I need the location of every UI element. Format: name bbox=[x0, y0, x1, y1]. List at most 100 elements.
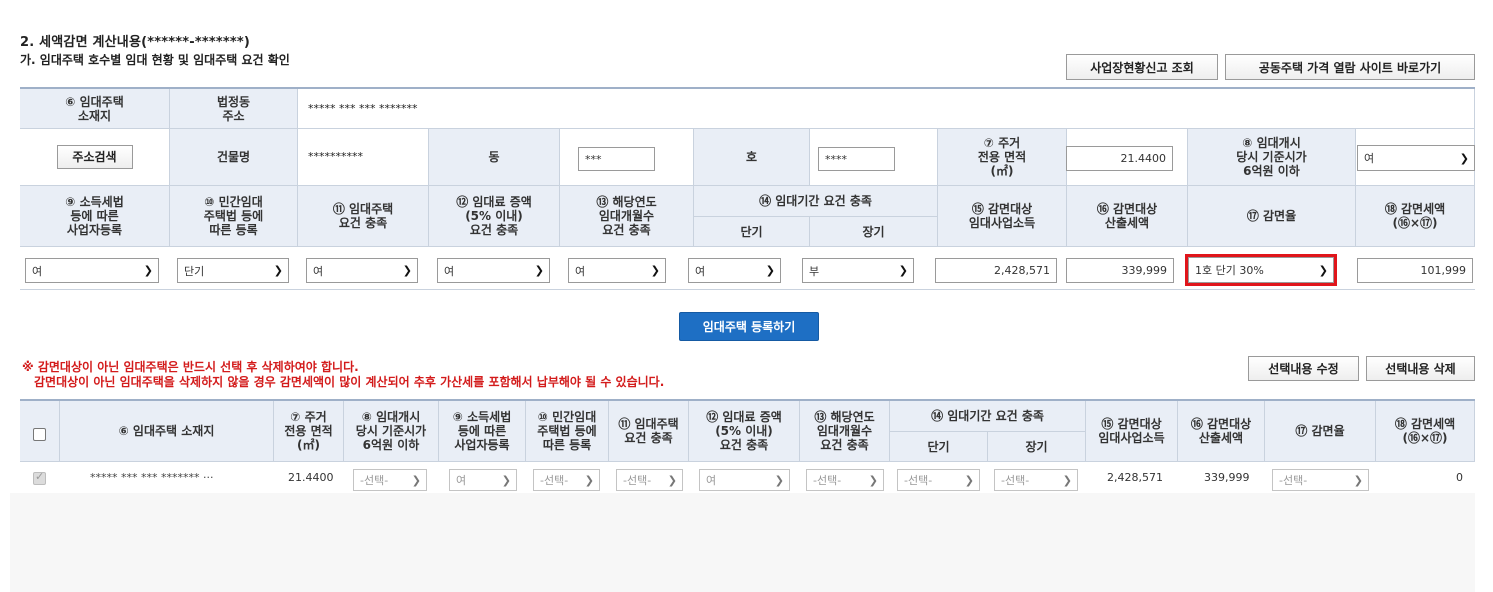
row-h14-short-select[interactable]: -선택- ❯ bbox=[897, 469, 980, 491]
business-report-button[interactable]: 사업장현황신고 조회 bbox=[1066, 54, 1218, 80]
area-header: ⑦ 주거 전용 면적 (㎡) bbox=[938, 129, 1067, 186]
warning-line-1: ※ 감면대상이 아닌 임대주택은 반드시 선택 후 삭제하여야 합니다. bbox=[22, 360, 359, 374]
row-checkbox[interactable] bbox=[33, 470, 46, 485]
h11-header: ⑪ 임대주택 요건 충족 bbox=[298, 186, 429, 247]
row-h12-select[interactable]: 여 ❯ bbox=[699, 469, 790, 491]
price-select-value: 여 bbox=[1364, 152, 1375, 165]
h16-header: ⑯ 감면대상 산출세액 bbox=[1067, 186, 1188, 247]
warning-line-2: 감면대상이 아닌 임대주택을 삭제하지 않을 경우 감면세액이 많이 계산되어 … bbox=[34, 375, 665, 389]
area-input[interactable]: 21.4400 bbox=[1066, 146, 1173, 171]
v14-short-value: 여 bbox=[695, 264, 706, 278]
v10-value: 단기 bbox=[184, 264, 205, 278]
list-h17-header: ⑰ 감면율 bbox=[1265, 401, 1376, 462]
row-h10-value: -선택- bbox=[540, 474, 569, 487]
v10-select[interactable]: 단기 ❯ bbox=[177, 258, 289, 283]
chevron-down-icon: ❯ bbox=[774, 473, 784, 487]
v13-select[interactable]: 여 ❯ bbox=[568, 258, 666, 283]
list-h16-header: ⑯ 감면대상 산출세액 bbox=[1178, 401, 1265, 462]
list-h14-short-header: 단기 bbox=[890, 432, 988, 462]
chevron-down-icon: ❯ bbox=[650, 264, 660, 277]
h12-header: ⑫ 임대료 증액 (5% 이내) 요건 충족 bbox=[429, 186, 560, 247]
list-h12-header: ⑫ 임대료 증액 (5% 이내) 요건 충족 bbox=[689, 401, 800, 462]
row-price-select[interactable]: -선택- ❯ bbox=[353, 469, 427, 491]
v9-value: 여 bbox=[32, 264, 43, 278]
v14-long-value: 부 bbox=[809, 264, 820, 278]
chevron-down-icon: ❯ bbox=[868, 473, 878, 487]
price-site-button[interactable]: 공동주택 가격 열람 사이트 바로가기 bbox=[1225, 54, 1475, 80]
list-h11-header: ⑪ 임대주택 요건 충족 bbox=[609, 401, 689, 462]
address-search-cell: 주소검색 bbox=[20, 129, 170, 186]
legal-address-value: ***** *** *** ******* bbox=[298, 89, 1475, 129]
row-h11-value: -선택- bbox=[623, 474, 652, 487]
row-h18: 0 bbox=[1456, 471, 1463, 484]
chevron-down-icon: ❯ bbox=[273, 264, 283, 277]
legal-address-header: 법정동 주소 bbox=[170, 89, 298, 129]
dong-input[interactable]: *** bbox=[578, 147, 655, 171]
price-select[interactable]: 여 ❯ bbox=[1357, 145, 1475, 171]
v11-select[interactable]: 여 ❯ bbox=[306, 258, 418, 283]
list-h13-header: ⑬ 해당연도 임대개월수 요건 충족 bbox=[800, 401, 890, 462]
section-title: 2. 세액감면 계산내용(******-*******) bbox=[20, 35, 250, 50]
v16-input[interactable]: 339,999 bbox=[1066, 258, 1174, 283]
chevron-down-icon: ❯ bbox=[402, 264, 412, 277]
list-price-header: ⑧ 임대개시 당시 기준시가 6억원 이하 bbox=[344, 401, 439, 462]
chevron-down-icon: ❯ bbox=[1318, 263, 1328, 277]
row-h13-select[interactable]: -선택- ❯ bbox=[806, 469, 884, 491]
delete-selected-button[interactable]: 선택내용 삭제 bbox=[1366, 356, 1475, 381]
v14-short-select[interactable]: 여 ❯ bbox=[688, 258, 781, 283]
v11-value: 여 bbox=[313, 264, 324, 278]
h14-header: ⑭ 임대기간 요건 충족 bbox=[694, 186, 938, 217]
bottom-background bbox=[10, 493, 1475, 592]
chevron-down-icon: ❯ bbox=[898, 264, 908, 277]
v14-long-select[interactable]: 부 ❯ bbox=[802, 258, 914, 283]
chevron-down-icon: ❯ bbox=[534, 264, 544, 277]
v17-value: 1호 단기 30% bbox=[1195, 264, 1264, 277]
row-h11-select[interactable]: -선택- ❯ bbox=[616, 469, 683, 491]
register-button[interactable]: 임대주택 등록하기 bbox=[679, 312, 819, 341]
address-search-button[interactable]: 주소검색 bbox=[56, 145, 133, 169]
list-h9-header: ⑨ 소득세법 등에 따른 사업자등록 bbox=[439, 401, 526, 462]
edit-selected-button[interactable]: 선택내용 수정 bbox=[1248, 356, 1359, 381]
row-location: ***** *** *** ******* ··· bbox=[90, 471, 214, 484]
row-h14-short-value: -선택- bbox=[904, 474, 933, 487]
building-header: 건물명 bbox=[170, 129, 298, 186]
ho-input[interactable]: **** bbox=[818, 147, 895, 171]
section-subtitle: 가. 임대주택 호수별 임대 현황 및 임대주택 요건 확인 bbox=[20, 53, 290, 67]
v13-value: 여 bbox=[575, 264, 586, 278]
row-h9-value: 여 bbox=[456, 474, 467, 487]
row-h17-value: -선택- bbox=[1279, 474, 1308, 487]
v15-input[interactable]: 2,428,571 bbox=[935, 258, 1057, 283]
v12-value: 여 bbox=[444, 264, 455, 278]
row-h17-select[interactable]: -선택- ❯ bbox=[1272, 469, 1369, 491]
list-h14-long-header: 장기 bbox=[988, 432, 1086, 462]
h18-header: ⑱ 감면세액 (⑯×⑰) bbox=[1356, 186, 1475, 247]
v12-select[interactable]: 여 ❯ bbox=[437, 258, 550, 283]
chevron-down-icon: ❯ bbox=[143, 264, 153, 277]
row-h9-select[interactable]: 여 ❯ bbox=[449, 469, 517, 491]
building-value: ********** bbox=[298, 129, 429, 186]
h14-long-header: 장기 bbox=[810, 217, 938, 247]
v9-select[interactable]: 여 ❯ bbox=[25, 258, 159, 283]
h10-header: ⑩ 민간임대 주택법 등에 따른 등록 bbox=[170, 186, 298, 247]
h13-header: ⑬ 해당연도 임대개월수 요건 충족 bbox=[560, 186, 694, 247]
chevron-down-icon: ❯ bbox=[1062, 473, 1072, 487]
list-h15-header: ⑮ 감면대상 임대사업소득 bbox=[1086, 401, 1178, 462]
v18-input[interactable]: 101,999 bbox=[1357, 258, 1473, 283]
select-all-checkbox[interactable] bbox=[33, 428, 46, 441]
chevron-down-icon: ❯ bbox=[667, 473, 677, 487]
rental-input-table: ⑥ 임대주택 소재지 법정동 주소 ***** *** *** ******* … bbox=[20, 87, 1475, 290]
row-h14-long-select[interactable]: -선택- ❯ bbox=[994, 469, 1078, 491]
h15-header: ⑮ 감면대상 임대사업소득 bbox=[938, 186, 1067, 247]
dong-header: 동 bbox=[429, 129, 560, 186]
list-h10-header: ⑩ 민간임대 주택법 등에 따른 등록 bbox=[526, 401, 609, 462]
row-h14-long-value: -선택- bbox=[1001, 474, 1030, 487]
chevron-down-icon: ❯ bbox=[1459, 151, 1469, 165]
rental-list-table: ⑥ 임대주택 소재지 ⑦ 주거 전용 면적 (㎡) ⑧ 임대개시 당시 기준시가… bbox=[20, 399, 1475, 495]
v17-select[interactable]: 1호 단기 30% ❯ bbox=[1185, 254, 1337, 286]
row-h10-select[interactable]: -선택- ❯ bbox=[533, 469, 600, 491]
chevron-down-icon: ❯ bbox=[964, 473, 974, 487]
chevron-down-icon: ❯ bbox=[765, 264, 775, 277]
row-area: 21.4400 bbox=[288, 471, 334, 484]
h9-header: ⑨ 소득세법 등에 따른 사업자등록 bbox=[20, 186, 170, 247]
chevron-down-icon: ❯ bbox=[1353, 473, 1363, 487]
